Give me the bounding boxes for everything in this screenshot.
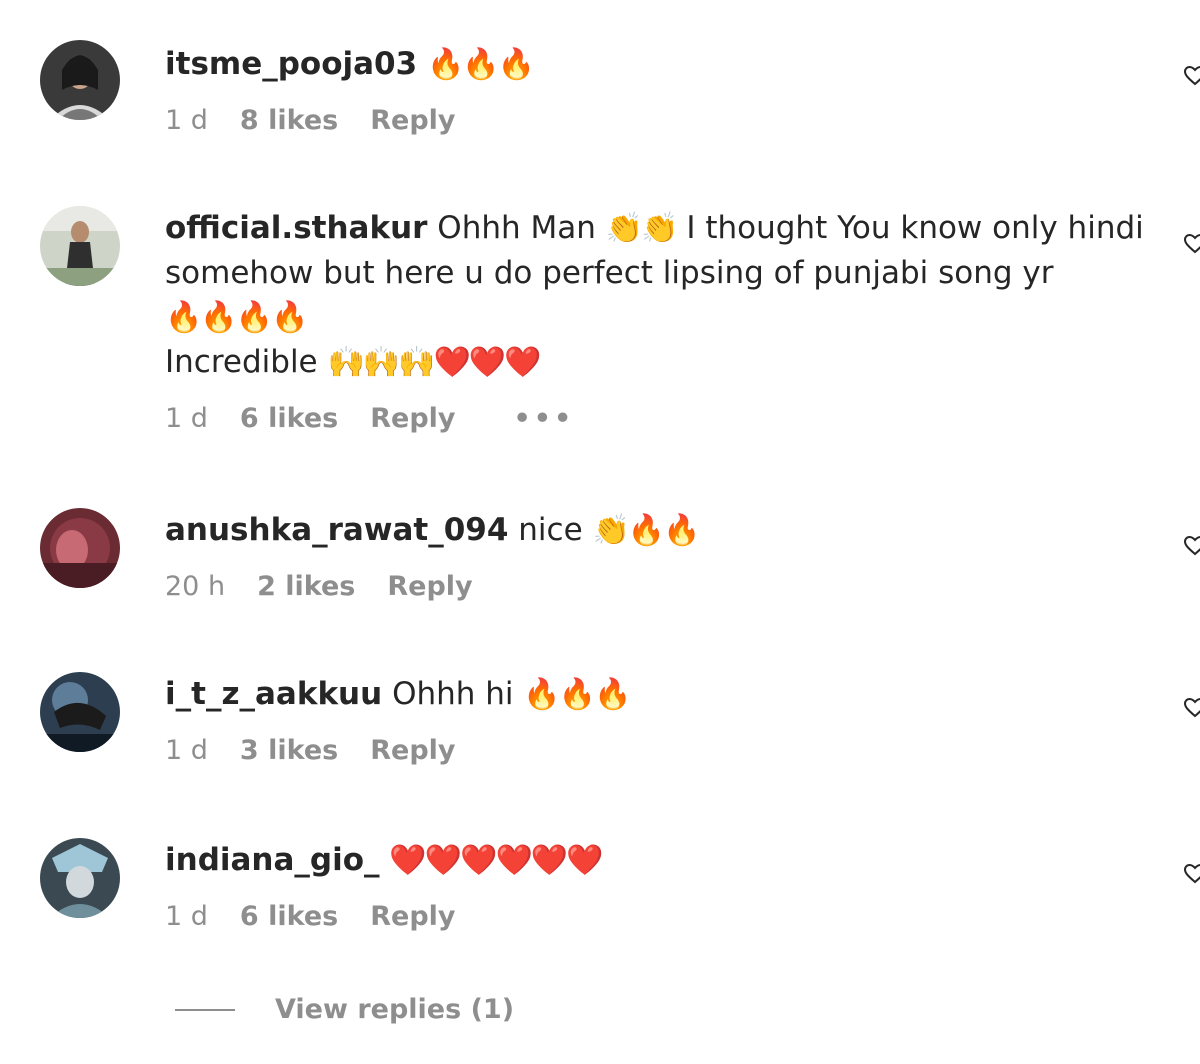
comment-text: indiana_gio_ ❤️❤️❤️❤️❤️❤️ xyxy=(165,838,1165,883)
more-options-icon[interactable]: ••• xyxy=(514,403,575,434)
comment-meta: 1 d 6 likes Reply ••• xyxy=(165,403,1165,434)
comment-likes[interactable]: 2 likes xyxy=(257,571,355,602)
comment-text: itsme_pooja03 🔥🔥🔥 xyxy=(165,42,1165,87)
comment-meta: 1 d 3 likes Reply xyxy=(165,735,1165,766)
comment-likes[interactable]: 8 likes xyxy=(240,105,338,136)
comment-likes[interactable]: 6 likes xyxy=(240,403,338,434)
comment-meta: 20 h 2 likes Reply xyxy=(165,571,1165,602)
comment-emoji: ❤️❤️❤️❤️❤️❤️ xyxy=(389,843,603,878)
comment-emoji: 🔥🔥🔥 xyxy=(523,677,631,712)
view-replies-button[interactable]: View replies (1) xyxy=(175,994,514,1025)
comment-meta: 1 d 6 likes Reply xyxy=(165,901,1165,932)
comment-text-line: 🔥🔥🔥🔥 xyxy=(165,295,1165,340)
comment-text: i_t_z_aakkuu Ohhh hi 🔥🔥🔥 xyxy=(165,672,1165,717)
reply-button[interactable]: Reply xyxy=(370,403,455,434)
avatar[interactable] xyxy=(40,206,120,286)
comment-message: Ohhh hi xyxy=(392,676,514,712)
reply-button[interactable]: Reply xyxy=(370,735,455,766)
comment-emoji: 🔥🔥🔥🔥 xyxy=(165,300,308,335)
comment-text: anushka_rawat_094 nice 👏🔥🔥 xyxy=(165,508,1165,553)
comment-likes[interactable]: 3 likes xyxy=(240,735,338,766)
comment-text-line: Incredible 🙌🙌🙌❤️❤️❤️ xyxy=(165,340,1165,385)
comment-emoji: 👏👏 xyxy=(605,211,679,246)
comment-likes[interactable]: 6 likes xyxy=(240,901,338,932)
comment-emoji: 🙌🙌🙌❤️❤️❤️ xyxy=(327,345,541,380)
avatar[interactable] xyxy=(40,672,120,752)
comment-time[interactable]: 1 d xyxy=(165,105,208,136)
like-heart-icon[interactable] xyxy=(1184,234,1200,254)
comment-message: nice xyxy=(518,512,583,548)
like-heart-icon[interactable] xyxy=(1184,864,1200,884)
comment-username[interactable]: indiana_gio_ xyxy=(165,842,380,878)
avatar[interactable] xyxy=(40,508,120,588)
reply-button[interactable]: Reply xyxy=(370,901,455,932)
comment-username[interactable]: official.sthakur xyxy=(165,210,427,246)
reply-button[interactable]: Reply xyxy=(387,571,472,602)
like-heart-icon[interactable] xyxy=(1184,698,1200,718)
comment-emoji: 🔥🔥🔥 xyxy=(427,47,535,82)
comment-meta: 1 d 8 likes Reply xyxy=(165,105,1165,136)
view-replies-divider xyxy=(175,1008,235,1011)
comment-time[interactable]: 1 d xyxy=(165,735,208,766)
like-heart-icon[interactable] xyxy=(1184,536,1200,556)
comment-message: Incredible xyxy=(165,344,318,380)
comment-username[interactable]: anushka_rawat_094 xyxy=(165,512,508,548)
comment-username[interactable]: itsme_pooja03 xyxy=(165,46,417,82)
comment-text: official.sthakur Ohhh Man 👏👏 I thought Y… xyxy=(165,206,1165,295)
comment-username[interactable]: i_t_z_aakkuu xyxy=(165,676,382,712)
reply-button[interactable]: Reply xyxy=(370,105,455,136)
comment-time[interactable]: 1 d xyxy=(165,901,208,932)
like-heart-icon[interactable] xyxy=(1184,66,1200,86)
avatar[interactable] xyxy=(40,40,120,120)
comment-time[interactable]: 1 d xyxy=(165,403,208,434)
comment-message: Ohhh Man xyxy=(437,210,596,246)
comment-emoji: 👏🔥🔥 xyxy=(592,513,701,548)
avatar[interactable] xyxy=(40,838,120,918)
view-replies-label[interactable]: View replies (1) xyxy=(275,994,514,1025)
comment-time[interactable]: 20 h xyxy=(165,571,225,602)
